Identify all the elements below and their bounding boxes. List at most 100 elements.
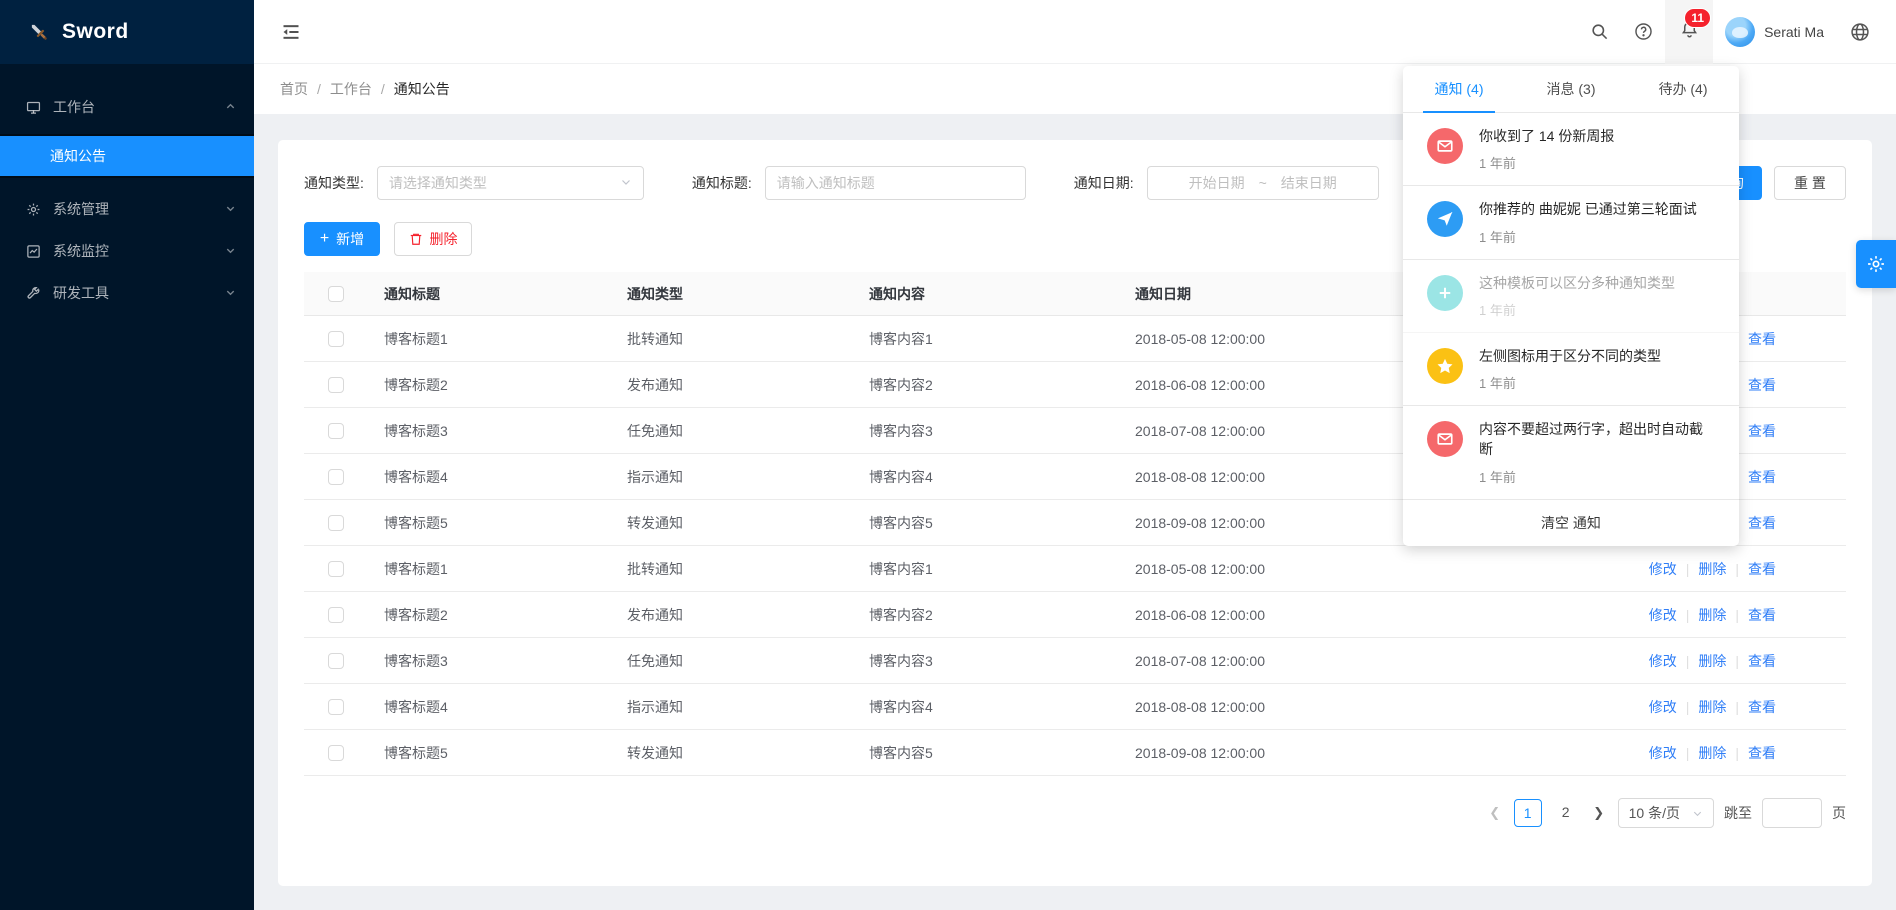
notification-time: 1 年前 — [1479, 300, 1675, 319]
type-select[interactable]: 请选择通知类型 — [377, 166, 644, 200]
view-link[interactable]: 查看 — [1748, 559, 1776, 579]
wrench-icon — [26, 286, 41, 301]
cell-content: 博客内容5 — [853, 513, 1119, 533]
row-checkbox[interactable] — [328, 423, 344, 439]
row-checkbox[interactable] — [328, 377, 344, 393]
cell-type: 指示通知 — [611, 467, 853, 487]
delete-button[interactable]: 删除 — [394, 222, 472, 256]
app-root: Sword 工作台 通知公告 系统管理 — [0, 0, 1896, 910]
view-link[interactable]: 查看 — [1748, 375, 1776, 395]
view-link[interactable]: 查看 — [1748, 651, 1776, 671]
view-link[interactable]: 查看 — [1748, 513, 1776, 533]
breadcrumb-home[interactable]: 首页 — [280, 79, 308, 99]
delete-link[interactable]: 删除 — [1698, 651, 1726, 671]
col-header-type: 通知类型 — [611, 284, 853, 304]
avatar — [1725, 17, 1755, 47]
search-icon[interactable] — [1577, 0, 1621, 64]
page-size-select[interactable]: 10 条/页 — [1618, 798, 1714, 828]
date-end-placeholder: 结束日期 — [1281, 173, 1337, 193]
row-checkbox[interactable] — [328, 469, 344, 485]
notification-list: 你收到了 14 份新周报 1 年前 你推荐的 曲妮妮 已通过第三轮面试 1 年前… — [1403, 113, 1739, 500]
row-checkbox[interactable] — [328, 331, 344, 347]
chevron-down-icon — [225, 285, 236, 301]
theme-settings-button[interactable] — [1856, 240, 1896, 288]
view-link[interactable]: 查看 — [1748, 467, 1776, 487]
view-link[interactable]: 查看 — [1748, 605, 1776, 625]
col-header-title: 通知标题 — [368, 284, 611, 304]
notification-item[interactable]: 你推荐的 曲妮妮 已通过第三轮面试 1 年前 — [1403, 186, 1739, 259]
next-page-icon[interactable]: ❯ — [1590, 805, 1608, 821]
mail-icon — [1427, 128, 1463, 164]
help-icon[interactable] — [1621, 0, 1665, 64]
page-2-button[interactable]: 2 — [1552, 799, 1580, 827]
sidebar-item-notice[interactable]: 通知公告 — [0, 136, 254, 176]
sidebar-item-system-monitor[interactable]: 系统监控 — [0, 230, 254, 272]
globe-icon[interactable] — [1838, 0, 1882, 64]
title-input-placeholder: 请输入通知标题 — [777, 173, 875, 193]
prev-page-icon[interactable]: ❮ — [1486, 805, 1504, 821]
edit-link[interactable]: 修改 — [1649, 651, 1677, 671]
gear-icon — [26, 202, 41, 217]
sidebar-item-system-mgmt[interactable]: 系统管理 — [0, 188, 254, 230]
edit-link[interactable]: 修改 — [1649, 697, 1677, 717]
cell-title: 博客标题4 — [368, 467, 611, 487]
row-checkbox[interactable] — [328, 607, 344, 623]
sidebar-item-workbench[interactable]: 工作台 — [0, 86, 254, 128]
row-checkbox[interactable] — [328, 561, 344, 577]
row-actions: 修改|删除|查看 — [1576, 559, 1846, 579]
notification-bell-button[interactable]: 11 — [1665, 0, 1713, 64]
sidebar-item-dev-tools[interactable]: 研发工具 — [0, 272, 254, 314]
plus-icon — [1427, 275, 1463, 311]
row-checkbox[interactable] — [328, 515, 344, 531]
delete-link[interactable]: 删除 — [1698, 605, 1726, 625]
date-range-input[interactable]: 开始日期 ~ 结束日期 — [1147, 166, 1379, 200]
select-all-checkbox[interactable] — [328, 286, 344, 302]
notification-time: 1 年前 — [1479, 227, 1697, 246]
cell-content: 博客内容5 — [853, 743, 1119, 763]
edit-link[interactable]: 修改 — [1649, 743, 1677, 763]
row-actions: 修改|删除|查看 — [1576, 743, 1846, 763]
tab-notice[interactable]: 通知 (4) — [1403, 66, 1515, 112]
row-checkbox[interactable] — [328, 653, 344, 669]
notification-badge: 11 — [1684, 8, 1711, 28]
user-menu[interactable]: Serati Ma — [1713, 0, 1838, 64]
edit-link[interactable]: 修改 — [1649, 605, 1677, 625]
cell-date: 2018-08-08 12:00:00 — [1119, 699, 1576, 715]
title-input[interactable]: 请输入通知标题 — [765, 166, 1026, 200]
cell-date: 2018-09-08 12:00:00 — [1119, 745, 1576, 761]
delete-link[interactable]: 删除 — [1698, 559, 1726, 579]
user-name: Serati Ma — [1764, 24, 1824, 40]
delete-link[interactable]: 删除 — [1698, 697, 1726, 717]
view-link[interactable]: 查看 — [1748, 329, 1776, 349]
cell-type: 任免通知 — [611, 651, 853, 671]
edit-link[interactable]: 修改 — [1649, 559, 1677, 579]
view-link[interactable]: 查看 — [1748, 421, 1776, 441]
cell-title: 博客标题1 — [368, 329, 611, 349]
breadcrumb-separator: / — [381, 81, 385, 97]
cell-type: 发布通知 — [611, 375, 853, 395]
delete-link[interactable]: 删除 — [1698, 743, 1726, 763]
add-button[interactable]: + 新增 — [304, 222, 380, 256]
clear-notifications-button[interactable]: 清空 通知 — [1403, 500, 1739, 546]
notification-item[interactable]: 你收到了 14 份新周报 1 年前 — [1403, 113, 1739, 186]
tab-message[interactable]: 消息 (3) — [1515, 66, 1627, 112]
cell-type: 批转通知 — [611, 329, 853, 349]
notification-item[interactable]: 这种模板可以区分多种通知类型 1 年前 — [1403, 260, 1739, 333]
cell-type: 批转通知 — [611, 559, 853, 579]
notification-tabs: 通知 (4) 消息 (3) 待办 (4) — [1403, 66, 1739, 113]
breadcrumb-workbench[interactable]: 工作台 — [330, 79, 372, 99]
logo[interactable]: Sword — [0, 0, 254, 64]
notification-item[interactable]: 左侧图标用于区分不同的类型 1 年前 — [1403, 333, 1739, 406]
row-checkbox[interactable] — [328, 699, 344, 715]
view-link[interactable]: 查看 — [1748, 697, 1776, 717]
menu-fold-icon[interactable] — [274, 15, 308, 49]
page-1-button[interactable]: 1 — [1514, 799, 1542, 827]
reset-button[interactable]: 重 置 — [1774, 166, 1846, 200]
notification-item[interactable]: 内容不要超过两行字，超出时自动截断 1 年前 — [1403, 406, 1739, 500]
view-link[interactable]: 查看 — [1748, 743, 1776, 763]
cell-content: 博客内容1 — [853, 559, 1119, 579]
row-actions: 修改|删除|查看 — [1576, 651, 1846, 671]
tab-todo[interactable]: 待办 (4) — [1627, 66, 1739, 112]
jump-page-input[interactable] — [1762, 798, 1822, 828]
row-checkbox[interactable] — [328, 745, 344, 761]
